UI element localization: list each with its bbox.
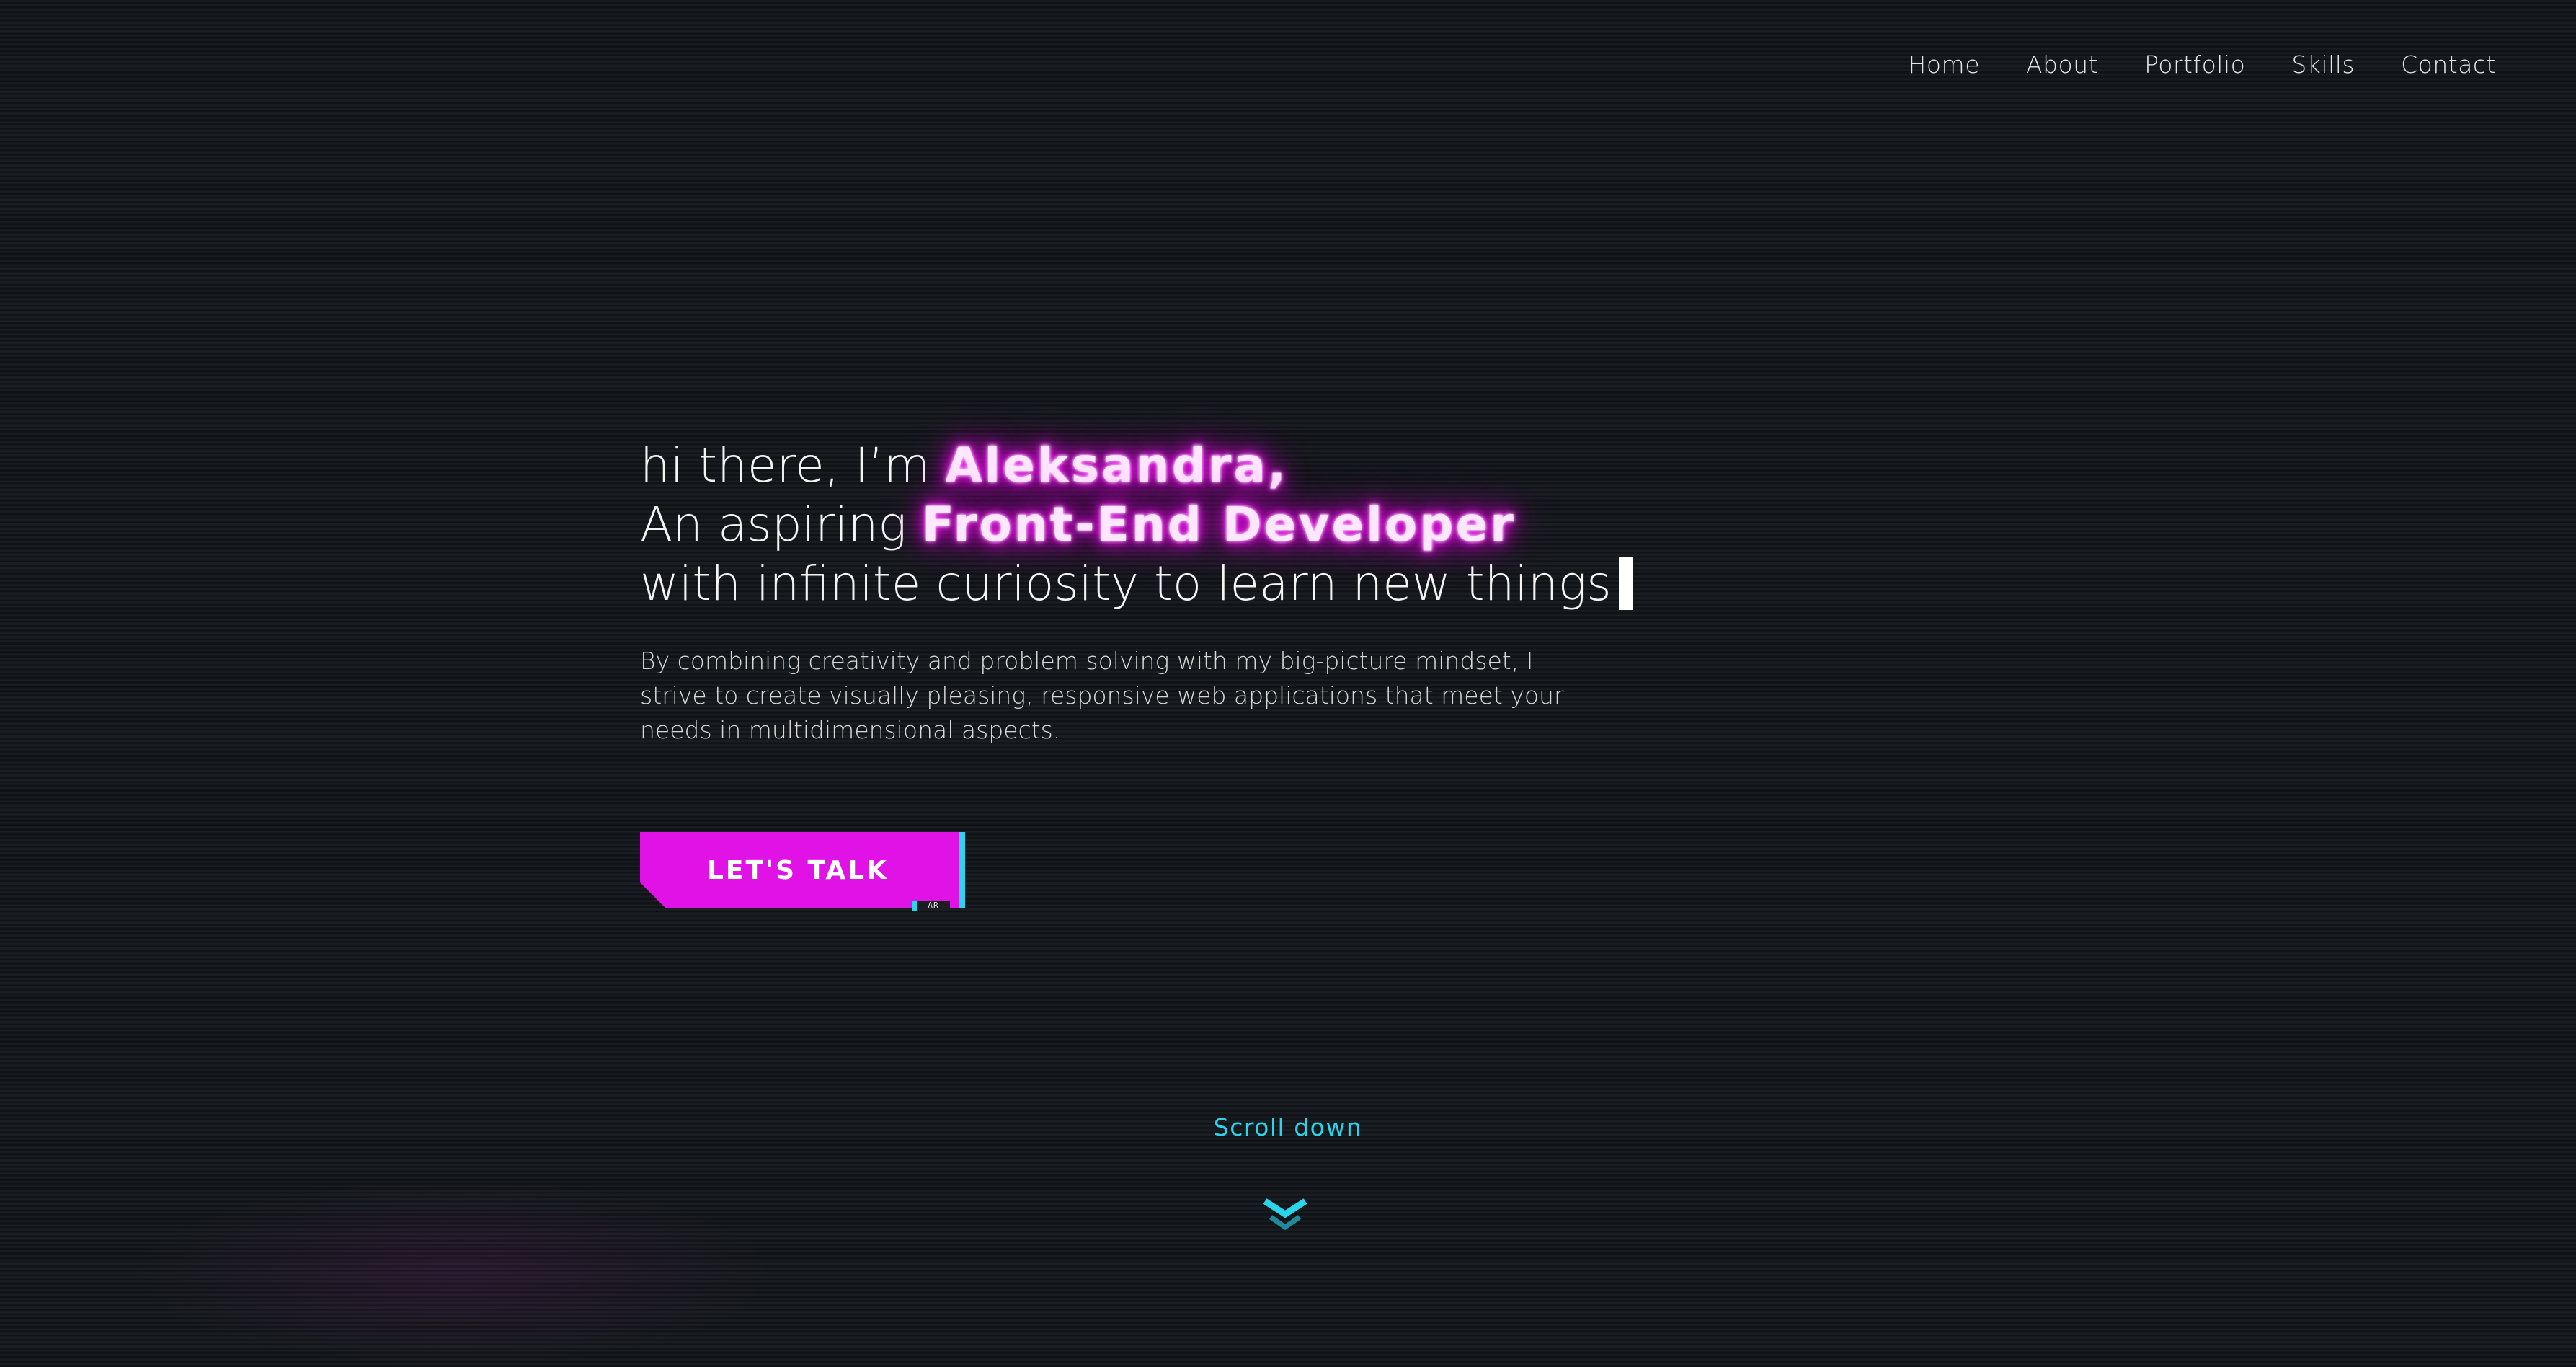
nav-link-about[interactable]: About [2026,50,2098,79]
button-tag: AR [912,901,950,911]
hero-description: By combining creativity and problem solv… [640,647,1564,744]
headline-name-highlight: Aleksandra, [945,438,1289,493]
lets-talk-button[interactable]: LET'S TALK [640,832,959,908]
headline-line-2: An aspiring Front-End Developer [640,497,1516,552]
scroll-down-label[interactable]: Scroll down [1214,1113,1363,1141]
nav-link-contact[interactable]: Contact [2401,50,2496,79]
hero-section: hi there, I’m Aleksandra, An aspiring Fr… [640,436,1649,771]
nav-link-home[interactable]: Home [1909,50,1980,79]
nav-link-portfolio[interactable]: Portfolio [2144,50,2245,79]
scroll-down[interactable]: Scroll down [0,1113,2576,1141]
lets-talk-label: LET'S TALK [706,855,889,885]
double-chevron-down-icon[interactable] [1262,1197,1308,1234]
headline-role-highlight: Front-End Developer [921,497,1516,552]
hero-headline: hi there, I’m Aleksandra, An aspiring Fr… [640,436,1649,614]
headline-greeting: hi there, I’m [640,438,946,493]
main-nav: Home About Portfolio Skills Contact [1862,50,2496,79]
headline-aspiring: An aspiring [640,497,922,552]
background-glow [130,1180,778,1367]
nav-link-skills[interactable]: Skills [2291,50,2355,79]
button-accent-edge [959,832,965,908]
headline-curiosity: with infinite curiosity to learn new thi… [640,556,1612,611]
headline-line-1: hi there, I’m Aleksandra, [640,438,1288,493]
headline-line-3: with infinite curiosity to learn new thi… [640,556,1633,611]
typing-cursor [1618,557,1633,610]
